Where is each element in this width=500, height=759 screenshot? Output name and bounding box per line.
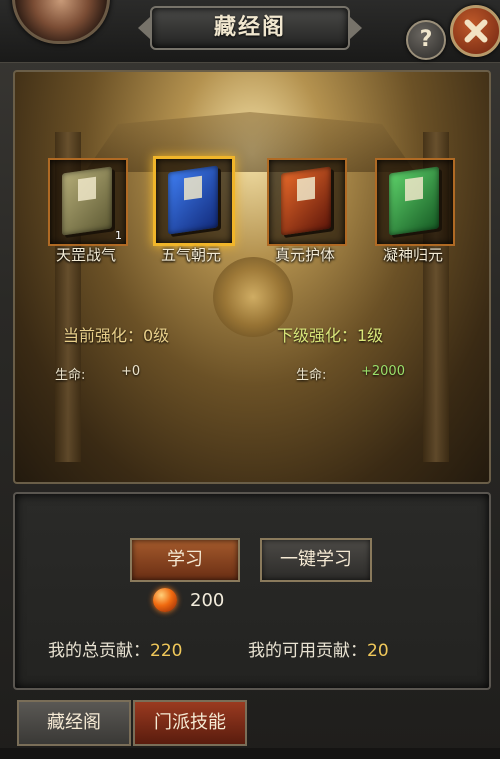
tab-sect-skills[interactable]: 门派技能 [133, 700, 247, 746]
current-level-label: 当前强化：0级 [63, 326, 170, 345]
close-button[interactable] [450, 5, 500, 57]
tab-library[interactable]: 藏经阁 [17, 700, 131, 746]
contribution-orb-icon [153, 588, 177, 612]
book-slot-2[interactable] [153, 156, 235, 246]
total-contribution: 我的总贡献：220 [48, 636, 182, 661]
bottom-strip [0, 748, 500, 759]
library-scene: 1 天罡战气 五气朝元 真元护体 凝神归元 当前强化：0级 下级强化：1级 生命… [13, 70, 491, 484]
learn-button[interactable]: 学习 [130, 538, 240, 582]
total-contribution-value: 220 [150, 641, 183, 661]
title-bar: 藏经阁 ? [0, 0, 500, 63]
help-button[interactable]: ? [406, 20, 446, 60]
book-name-4: 凝神归元 [382, 246, 443, 264]
book-name-2: 五气朝元 [160, 246, 221, 264]
title-plate: 藏经阁 [138, 6, 362, 50]
usable-contribution: 我的可用贡献：20 [248, 636, 389, 661]
book-name-1: 天罡战气 [55, 246, 116, 264]
book-count: 1 [115, 229, 122, 242]
book-slot-3[interactable] [267, 158, 347, 246]
book-slot-1[interactable]: 1 [48, 158, 128, 246]
book-slot-4[interactable] [375, 158, 455, 246]
usable-contribution-value: 20 [367, 641, 389, 661]
total-contribution-label: 我的总贡献： [48, 641, 150, 661]
current-hp-label: 生命: [55, 368, 86, 383]
book-icon [281, 166, 331, 236]
book-icon [168, 165, 218, 235]
usable-contribution-label: 我的可用贡献： [248, 641, 367, 661]
next-level-label: 下级强化：1级 [277, 326, 384, 345]
one-key-learn-button[interactable]: 一键学习 [260, 538, 372, 582]
book-name-3: 真元护体 [274, 246, 335, 264]
book-icon [62, 166, 112, 236]
next-hp-label: 生命: [296, 368, 327, 383]
learn-cost: 200 [190, 590, 225, 611]
book-icon [389, 166, 439, 236]
temple-roof-decoration [85, 112, 415, 172]
page-title: 藏经阁 [213, 15, 286, 40]
current-hp-value: +0 [121, 364, 141, 379]
player-avatar[interactable] [12, 0, 110, 44]
next-hp-value: +2000 [361, 364, 405, 379]
